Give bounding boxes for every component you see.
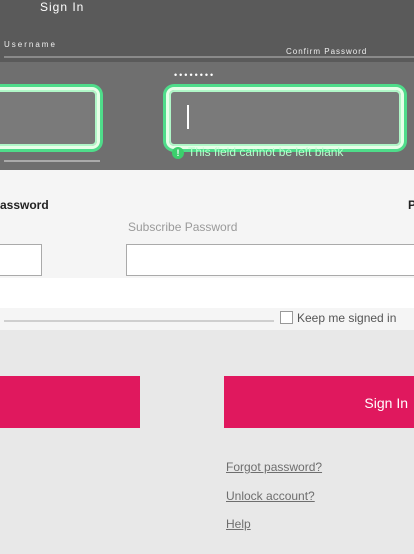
divider xyxy=(4,320,274,322)
sign-in-button-left[interactable] xyxy=(0,376,140,428)
keep-signed-in[interactable]: Keep me signed in xyxy=(280,311,396,325)
username-label: Username xyxy=(4,40,57,49)
checkbox[interactable] xyxy=(280,311,293,324)
divider xyxy=(4,160,100,162)
password-mask: •••••••• xyxy=(174,70,216,80)
sign-in-button[interactable]: Sign In xyxy=(224,376,414,428)
text-caret xyxy=(187,105,189,129)
password-label: assword xyxy=(0,198,49,212)
spacer xyxy=(0,278,414,308)
divider xyxy=(4,56,414,58)
password-input-left[interactable] xyxy=(0,244,42,276)
lower-area xyxy=(0,330,414,554)
forgot-password-link[interactable]: Forgot password? xyxy=(226,460,322,474)
error-text: This field cannot be left blank xyxy=(188,145,344,159)
unlock-account-link[interactable]: Unlock account? xyxy=(226,489,315,503)
password-label-right: P xyxy=(408,198,414,212)
header-band: Sign In Username Confirm Password ••••••… xyxy=(0,0,414,170)
password-placeholder: Subscribe Password xyxy=(128,220,238,234)
password-input[interactable] xyxy=(126,244,414,276)
confirm-password-label: Confirm Password xyxy=(286,47,368,56)
username-input[interactable] xyxy=(0,87,100,149)
error-message: ! This field cannot be left blank xyxy=(172,145,343,159)
page-title: Sign In xyxy=(40,0,85,14)
help-link[interactable]: Help xyxy=(226,517,251,531)
alert-icon: ! xyxy=(172,147,184,159)
confirm-password-input[interactable] xyxy=(166,87,404,149)
keep-signed-in-label: Keep me signed in xyxy=(297,311,397,325)
